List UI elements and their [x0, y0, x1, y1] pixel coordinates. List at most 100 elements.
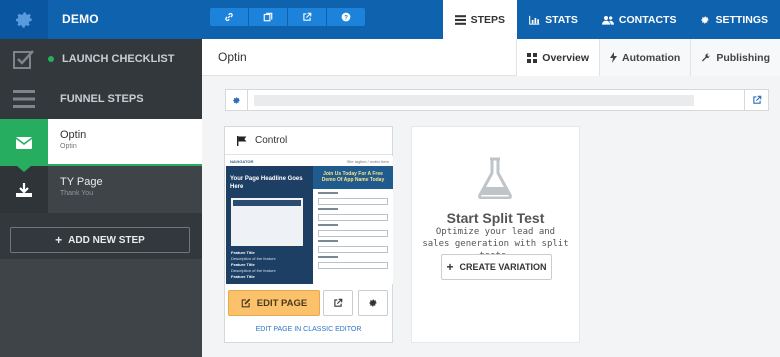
tab-contacts-label: CONTACTS: [618, 13, 677, 26]
page-url-field[interactable]: [254, 95, 694, 106]
svg-text:?: ?: [344, 15, 348, 22]
preview-page-button[interactable]: [323, 290, 353, 316]
tab-settings-label: SETTINGS: [715, 13, 768, 26]
top-bar: DEMO ? STEPS STATS CONTACTS SETTINGS: [0, 0, 780, 39]
preview-bullets: Feature Title Description of the feature…: [231, 250, 276, 279]
external-link-icon: [752, 95, 761, 104]
plus-icon: +: [446, 260, 454, 274]
page-preview-thumbnail[interactable]: NAVIGATOR Site tagline / motto here Your…: [226, 156, 393, 284]
copy-button[interactable]: [249, 8, 288, 26]
tab-contacts[interactable]: CONTACTS: [590, 0, 689, 39]
split-test-title: Start Split Test: [446, 210, 545, 226]
add-new-step-button[interactable]: + ADD NEW STEP: [10, 227, 190, 253]
open-url-button[interactable]: [744, 90, 768, 110]
tab-steps[interactable]: STEPS: [442, 0, 518, 39]
step-text: TY Page Thank You: [60, 176, 103, 197]
link-button[interactable]: [210, 8, 249, 26]
list-icon: [454, 14, 466, 25]
tab-publishing[interactable]: Publishing: [690, 39, 780, 76]
add-step-area: + ADD NEW STEP: [0, 213, 202, 259]
step-subtitle: Thank You: [60, 190, 94, 197]
preview-brand: NAVIGATOR: [230, 158, 254, 164]
app-title: DEMO: [62, 12, 99, 26]
menu-icon-wrap: [0, 79, 48, 119]
preview-form-title: Join Us Today For A Free Demo Of App Nam…: [313, 166, 393, 189]
help-icon: ?: [341, 12, 351, 22]
sidebar-step-ty-page[interactable]: TY Page Thank You: [0, 166, 202, 213]
step-text: Optin Optin: [60, 129, 86, 150]
tab-settings[interactable]: SETTINGS: [688, 0, 780, 39]
tab-overview-label: Overview: [542, 51, 589, 64]
bar-chart-icon: [529, 15, 540, 25]
preview-headline: Your Page Headline Goes Here: [230, 176, 303, 190]
control-header: Control: [225, 127, 392, 155]
menu-icon: [13, 90, 35, 108]
sidebar-step-optin[interactable]: Optin Optin: [0, 119, 202, 166]
create-variation-button[interactable]: + CREATE VARIATION: [441, 254, 552, 280]
copy-icon: [263, 12, 273, 22]
download-icon: [16, 182, 32, 197]
external-link-icon: [334, 298, 343, 307]
grid-icon: [527, 52, 538, 63]
edit-page-label: EDIT PAGE: [256, 297, 308, 309]
funnel-steps-label: FUNNEL STEPS: [60, 93, 144, 105]
funnel-toolbar: ?: [210, 8, 365, 26]
tab-automation[interactable]: Automation: [599, 39, 691, 76]
status-dot-icon: [48, 56, 54, 62]
step-tabs: Overview Automation Publishing: [516, 39, 780, 76]
step-header: Optin Overview Automation Publishing: [202, 39, 780, 76]
preview-topbar: NAVIGATOR Site tagline / motto here: [226, 156, 393, 166]
launch-checklist-label: LAUNCH CHECKLIST: [62, 53, 175, 65]
tab-publishing-label: Publishing: [716, 51, 770, 64]
tab-stats-label: STATS: [545, 13, 578, 26]
control-label: Control: [255, 135, 288, 146]
tab-automation-label: Automation: [622, 51, 681, 64]
step-subtitle: Optin: [60, 143, 77, 150]
wrench-icon: [702, 53, 711, 61]
users-icon: [601, 15, 614, 25]
control-actions: EDIT PAGE: [225, 289, 392, 317]
add-new-step-label: ADD NEW STEP: [68, 234, 145, 246]
page-url-bar: [225, 89, 769, 111]
launch-checklist[interactable]: LAUNCH CHECKLIST: [0, 39, 202, 79]
edit-page-button[interactable]: EDIT PAGE: [228, 290, 320, 316]
preview-video-image: [231, 198, 303, 246]
control-variant-card: Control NAVIGATOR Site tagline / motto h…: [224, 126, 393, 343]
checklist-icon-wrap: [0, 39, 48, 79]
help-button[interactable]: ?: [327, 8, 365, 26]
link-icon: [225, 12, 233, 22]
step-icon-wrap: [0, 166, 48, 213]
gear-logo-icon: [15, 11, 33, 28]
active-step-pointer: [17, 166, 31, 172]
page-settings-button[interactable]: [358, 290, 388, 316]
checklist-icon: [13, 50, 34, 69]
flag-icon: [237, 135, 247, 146]
sidebar: LAUNCH CHECKLIST FUNNEL STEPS Optin Opti…: [0, 39, 202, 357]
split-test-card: Start Split Test Optimize your lead and …: [411, 126, 580, 343]
tab-steps-label: STEPS: [470, 13, 506, 26]
main-nav: STEPS STATS CONTACTS SETTINGS: [442, 0, 780, 39]
plus-icon: +: [55, 233, 63, 247]
step-name: Optin: [60, 129, 87, 141]
envelope-icon: [16, 136, 32, 149]
step-name: TY Page: [60, 176, 103, 188]
gear-icon: [369, 299, 377, 307]
gear-icon: [701, 16, 710, 23]
create-variation-label: CREATE VARIATION: [459, 262, 547, 272]
classic-editor-link[interactable]: EDIT PAGE IN CLASSIC EDITOR: [225, 326, 392, 333]
url-settings-button[interactable]: [226, 90, 248, 110]
tab-stats[interactable]: STATS: [517, 0, 590, 39]
gear-icon: [233, 96, 240, 104]
funnel-steps-header: FUNNEL STEPS: [0, 79, 202, 119]
preview-tagline: Site tagline / motto here: [346, 158, 389, 164]
flask-icon: [478, 157, 512, 199]
preview-form: Join Us Today For A Free Demo Of App Nam…: [313, 166, 393, 284]
step-icon-wrap: [0, 119, 48, 166]
page-title: Optin: [218, 50, 247, 64]
external-link-icon: [303, 12, 312, 21]
open-funnel-button[interactable]: [288, 8, 327, 26]
edit-icon: [241, 298, 251, 308]
logo[interactable]: [0, 0, 48, 39]
bolt-icon: [610, 52, 617, 63]
tab-overview[interactable]: Overview: [516, 39, 599, 76]
